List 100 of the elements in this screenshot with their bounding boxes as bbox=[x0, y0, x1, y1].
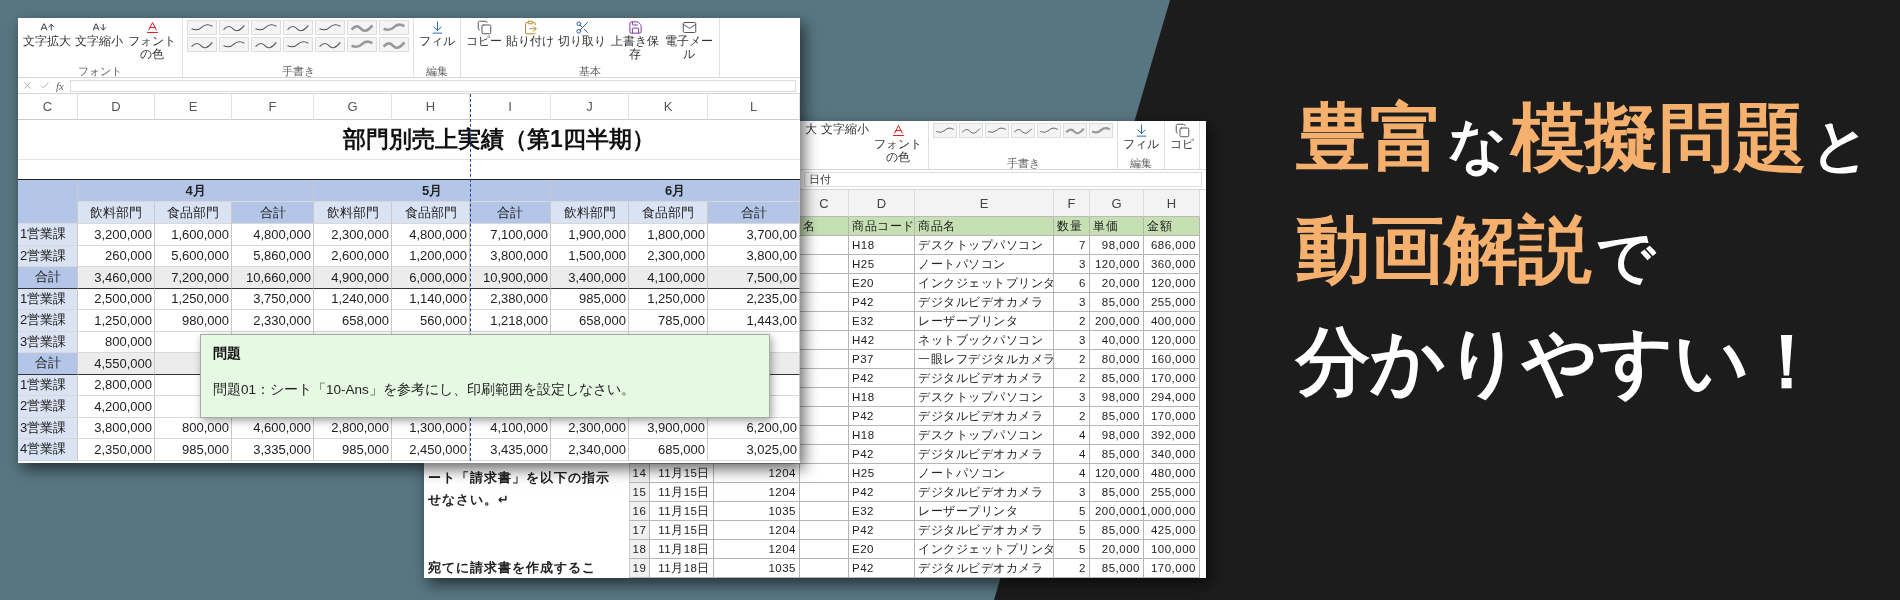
column-header[interactable]: E bbox=[915, 190, 1054, 217]
column-header[interactable]: H bbox=[1144, 190, 1200, 217]
table-cell: 3 bbox=[1054, 255, 1090, 274]
table-cell: E32 bbox=[849, 312, 915, 331]
document-text: 宛てに請求書を作成するこ bbox=[428, 559, 597, 577]
ribbon-tool-button[interactable]: 文字縮小 bbox=[820, 123, 870, 136]
pen-style-swatch[interactable] bbox=[1011, 123, 1035, 138]
ribbon-tool-button[interactable]: 切り取り bbox=[557, 20, 607, 48]
column-header[interactable]: D bbox=[78, 94, 155, 120]
table-cell: 255,000 bbox=[1144, 293, 1200, 312]
pen-style-swatch[interactable] bbox=[219, 37, 249, 52]
column-header[interactable]: F bbox=[1054, 190, 1090, 217]
table-cell: 85,000 bbox=[1090, 483, 1144, 502]
document-text: ート「請求書」を以下の指示 bbox=[428, 469, 611, 487]
cancel-icon[interactable] bbox=[22, 80, 33, 91]
table-cell: 85,000 bbox=[1090, 293, 1144, 312]
ribbon-tool-button[interactable]: 電子メール bbox=[663, 20, 715, 61]
pen-style-swatch[interactable] bbox=[347, 37, 377, 52]
table-cell: インクジェットプリンタ bbox=[915, 540, 1054, 559]
pen-style-swatch[interactable] bbox=[251, 20, 281, 35]
ribbon-tool-button[interactable]: コピー bbox=[465, 20, 503, 48]
ribbon-group-label: 手書き bbox=[281, 65, 315, 77]
table-cell: デジタルビデオカメラ bbox=[915, 407, 1054, 426]
header-cell bbox=[18, 180, 78, 224]
ribbon-group-label: 基本 bbox=[579, 65, 601, 77]
table-cell: 2,800,000 bbox=[314, 417, 392, 439]
copy-icon bbox=[476, 20, 492, 35]
table-cell: 食品部門 bbox=[155, 202, 232, 224]
pen-style-swatch[interactable] bbox=[219, 20, 249, 35]
table-cell: 飲料部門 bbox=[314, 202, 392, 224]
column-header[interactable]: L bbox=[708, 94, 800, 120]
table-cell: 3 bbox=[1054, 331, 1090, 350]
ribbon-tool-button[interactable]: 文字縮小 bbox=[74, 20, 124, 48]
table-cell: 1,500,000 bbox=[551, 245, 629, 267]
table-cell: 1035 bbox=[714, 559, 800, 578]
table-cell: 100,000 bbox=[1144, 540, 1200, 559]
table-cell: 4,550,000 bbox=[78, 353, 155, 375]
ribbon-tool-button[interactable]: コピ bbox=[1169, 123, 1195, 151]
table-cell: 170,000 bbox=[1144, 369, 1200, 388]
formula-field[interactable]: 日付 bbox=[804, 171, 1202, 188]
pen-style-swatch[interactable] bbox=[1037, 123, 1061, 138]
table-cell: 飲料部門 bbox=[551, 202, 629, 224]
pen-style-swatch[interactable] bbox=[985, 123, 1009, 138]
table-cell: 1,250,000 bbox=[78, 310, 155, 332]
table-cell: P42 bbox=[849, 559, 915, 578]
table-cell: 98,000 bbox=[1090, 388, 1144, 407]
table-cell: 2 bbox=[1054, 350, 1090, 369]
ribbon-tool-button[interactable]: フォントの色 bbox=[126, 20, 178, 61]
column-header[interactable]: D bbox=[849, 190, 915, 217]
column-header[interactable]: J bbox=[551, 94, 629, 120]
table-cell: 3,800,00 bbox=[708, 245, 800, 267]
pen-style-swatch[interactable] bbox=[251, 37, 281, 52]
pen-style-swatch[interactable] bbox=[1089, 123, 1113, 138]
table-cell: 4,800,000 bbox=[232, 224, 314, 246]
ribbon-tool-button[interactable]: フィル bbox=[1122, 123, 1160, 151]
formula-field[interactable] bbox=[69, 79, 796, 92]
column-header[interactable]: C bbox=[800, 190, 849, 217]
column-header[interactable]: G bbox=[1090, 190, 1144, 217]
column-header[interactable]: C bbox=[18, 94, 78, 120]
ribbon-tool-button[interactable]: 貼り付け bbox=[505, 20, 555, 48]
pen-style-swatch[interactable] bbox=[933, 123, 957, 138]
table-cell: 5,860,000 bbox=[232, 245, 314, 267]
table-cell: 2,300,000 bbox=[629, 245, 708, 267]
ribbon-tool-button[interactable]: 文字拡大 bbox=[22, 20, 72, 48]
function-button[interactable]: fx bbox=[56, 79, 64, 92]
table-cell: 1営業課 bbox=[18, 288, 78, 310]
pen-style-swatch[interactable] bbox=[283, 20, 313, 35]
column-header[interactable]: I bbox=[470, 94, 551, 120]
ribbon-tool-button[interactable]: フィル bbox=[418, 20, 456, 48]
table-cell: 17 bbox=[630, 521, 650, 540]
check-icon[interactable] bbox=[39, 80, 50, 91]
ribbon-tool-button[interactable]: フォントの色 bbox=[872, 123, 924, 164]
table-cell: 120,000 bbox=[1090, 464, 1144, 483]
table-cell: デジタルビデオカメラ bbox=[915, 293, 1054, 312]
pen-style-swatch[interactable] bbox=[347, 20, 377, 35]
pen-style-swatch[interactable] bbox=[187, 20, 217, 35]
month-header: 4月 bbox=[78, 180, 314, 202]
table-cell: P42 bbox=[849, 521, 915, 540]
table-cell: 4,600,000 bbox=[232, 417, 314, 439]
table-cell: 3,900,000 bbox=[629, 417, 708, 439]
ribbon-tool-button[interactable]: 上書き保存 bbox=[609, 20, 661, 61]
table-cell: デジタルビデオカメラ bbox=[915, 559, 1054, 578]
pen-style-swatch[interactable] bbox=[283, 37, 313, 52]
pen-style-swatch[interactable] bbox=[959, 123, 983, 138]
column-header[interactable]: H bbox=[392, 94, 470, 120]
pen-style-swatch[interactable] bbox=[379, 37, 409, 52]
table-cell: 4 bbox=[1054, 464, 1090, 483]
column-header[interactable]: E bbox=[155, 94, 232, 120]
column-header[interactable]: F bbox=[232, 94, 314, 120]
pen-style-swatch[interactable] bbox=[379, 20, 409, 35]
pen-style-swatch[interactable] bbox=[315, 20, 345, 35]
pen-style-swatch[interactable] bbox=[315, 37, 345, 52]
table-cell: 1,240,000 bbox=[314, 288, 392, 310]
table-cell: 2,350,000 bbox=[78, 439, 155, 461]
pen-style-swatch[interactable] bbox=[187, 37, 217, 52]
column-header[interactable]: G bbox=[314, 94, 392, 120]
ribbon-tool-button[interactable]: 大 bbox=[804, 123, 818, 136]
table-cell: 1204 bbox=[714, 464, 800, 483]
pen-style-swatch[interactable] bbox=[1063, 123, 1087, 138]
column-header[interactable]: K bbox=[629, 94, 708, 120]
